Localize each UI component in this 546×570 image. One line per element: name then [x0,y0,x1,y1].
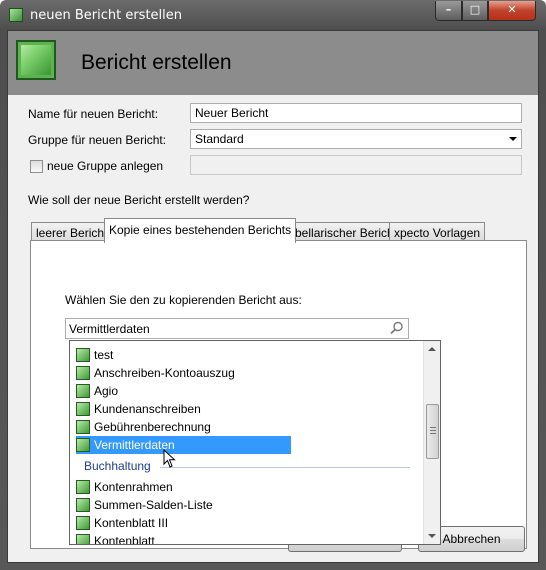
group-select[interactable]: Standard [190,129,522,149]
list-item-label: Kundenanschreiben [94,402,201,416]
tab-xpecto-templates[interactable]: xpecto Vorlagen [389,222,486,241]
report-icon [76,420,90,434]
report-icon [76,384,90,398]
report-icon [76,534,90,544]
select-report-prompt: Wählen Sie den zu kopierenden Bericht au… [65,293,302,307]
creation-question: Wie soll der neue Bericht erstellt werde… [28,193,250,207]
dialog-window: neuen Bericht erstellen – □ ✕ Bericht er… [0,0,546,570]
window-title: neuen Bericht erstellen [30,8,183,23]
page-title: Bericht erstellen [81,51,232,74]
list-scrollbar[interactable] [423,341,440,544]
list-item[interactable]: Anschreiben-Kontoauszug [76,364,235,382]
header-band: Bericht erstellen [8,31,538,95]
list-item-selected[interactable]: Vermittlerdaten [76,436,291,454]
report-icon [16,40,56,80]
new-group-checkbox[interactable] [30,160,43,173]
grip-icon [430,427,436,434]
new-group-label: neue Gruppe anlegen [47,159,164,173]
list-item[interactable]: Kontenrahmen [76,478,173,496]
name-label: Name für neuen Bericht: [28,107,159,121]
tab-empty-report[interactable]: leerer Bericht [31,222,113,241]
list-item[interactable]: test [76,346,113,364]
mouse-cursor-icon [163,449,176,468]
name-input[interactable]: Neuer Bericht [190,103,522,123]
scrollbar-thumb[interactable] [426,404,439,459]
report-icon [76,516,90,530]
scroll-down-icon[interactable] [428,534,436,538]
report-icon [76,438,90,452]
list-item-label: Kontenrahmen [94,480,173,494]
list-item[interactable]: Kontenblatt [76,532,155,545]
chevron-down-icon [509,137,517,141]
report-icon [76,498,90,512]
app-icon [9,8,23,22]
report-icon [76,348,90,362]
maximize-button[interactable]: □ [462,1,488,21]
list-item-label: Kontenblatt III [94,516,169,530]
list-item-label: Kontenblatt [94,534,155,545]
list-item-label: Agio [94,384,119,398]
tab-table-report[interactable]: tabellarischer Bericht [280,222,403,241]
minimize-button[interactable]: – [435,1,462,21]
report-search-input[interactable]: Vermittlerdaten [65,318,409,339]
group-header: Buchhaltung [84,459,151,473]
list-item-label: Anschreiben-Kontoauszug [94,366,235,380]
title-bar[interactable]: neuen Bericht erstellen – □ ✕ [0,0,546,30]
list-item[interactable]: Summen-Salden-Liste [76,496,213,514]
report-icon [76,402,90,416]
list-item[interactable]: Kontenblatt III [76,514,168,532]
close-button[interactable]: ✕ [488,1,536,21]
scroll-up-icon[interactable] [428,347,436,351]
list-item-label: Gebührenberechnung [94,420,211,434]
report-search-value: Vermittlerdaten [69,322,150,336]
report-dropdown-list[interactable]: test Anschreiben-Kontoauszug Agio Kunden… [69,340,441,545]
group-label: Gruppe für neuen Bericht: [28,133,167,147]
group-select-value: Standard [195,132,244,146]
list-item-label: Summen-Salden-Liste [94,498,213,512]
group-divider [160,467,410,468]
new-group-input [190,155,522,175]
list-item-label: test [94,348,114,362]
search-icon[interactable] [390,321,404,335]
list-item[interactable]: Kundenanschreiben [76,400,201,418]
report-icon [76,480,90,494]
report-icon [76,366,90,380]
list-item[interactable]: Agio [76,382,118,400]
list-item[interactable]: Gebührenberechnung [76,418,211,436]
dialog-client-area: Bericht erstellen Name für neuen Bericht… [7,30,539,563]
tab-copy-report[interactable]: Kopie eines bestehenden Berichts [104,218,297,243]
